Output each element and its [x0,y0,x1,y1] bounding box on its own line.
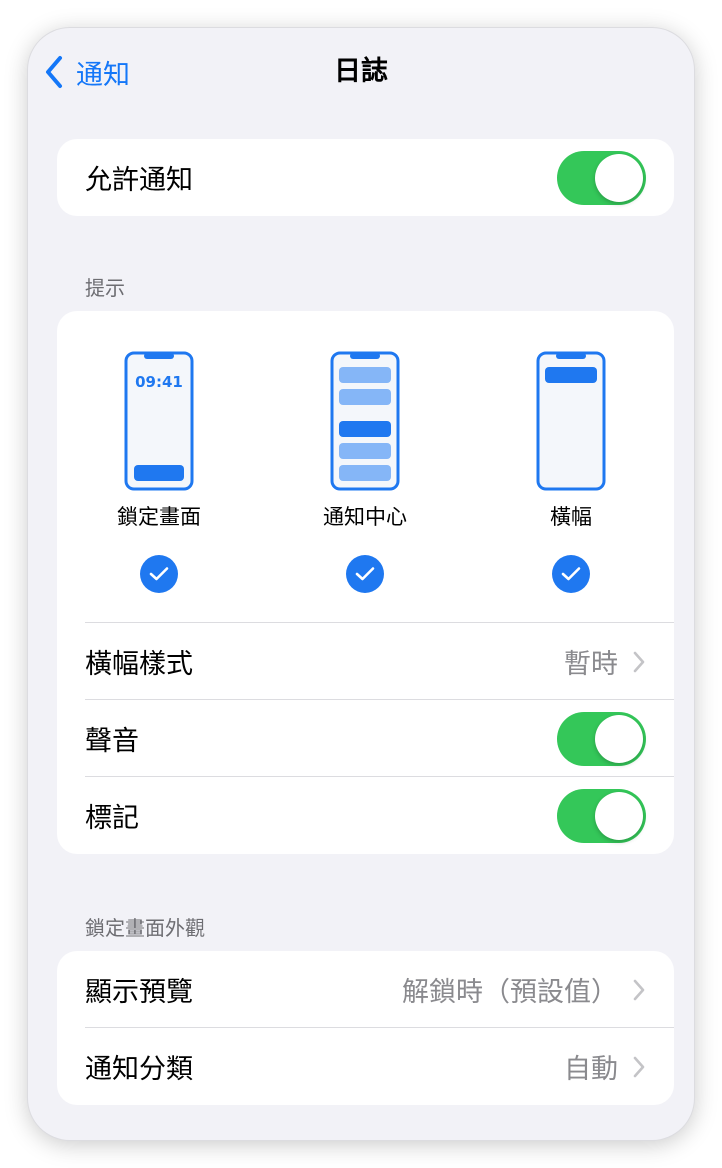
banner-style-value: 暫時 [564,649,618,680]
allow-notifications-toggle[interactable] [557,150,646,205]
alert-styles: 09:41 鎖定畫面 通知中心 橫幅 [57,311,674,623]
notification-center-phone-icon [330,351,400,491]
alert-style-banners[interactable]: 橫幅 [491,351,651,593]
show-previews-label: 顯示預覽 [85,977,193,1008]
banners-checkmark[interactable] [552,555,590,593]
lock-screen-appearance-group: 顯示預覽 解鎖時（預設值） 通知分類 自動 [57,951,674,1105]
notification-center-label: 通知中心 [323,505,407,529]
settings-screen: 通知 日誌 允許通知 提示 09:41 鎖定畫面 通知中心 橫幅 橫幅樣式 暫時… [28,28,694,1140]
allow-notifications-row: 允許通知 [57,139,674,216]
badges-toggle[interactable] [557,788,646,843]
notification-grouping-row[interactable]: 通知分類 自動 [57,1028,674,1105]
sounds-label: 聲音 [85,726,139,757]
alert-style-notification-center[interactable]: 通知中心 [285,351,445,593]
notification-grouping-label: 通知分類 [85,1054,193,1085]
banners-label: 橫幅 [550,505,592,529]
toggle-knob [595,714,643,763]
lock-screen-phone-icon: 09:41 [124,351,194,491]
checkmark-icon [561,567,581,581]
chevron-right-icon [633,979,645,1000]
page-title: 日誌 [334,56,388,87]
lock-screen-checkmark[interactable] [140,555,178,593]
checkmark-icon [355,567,375,581]
toggle-knob [595,153,643,202]
sounds-toggle[interactable] [557,711,646,766]
alerts-group: 09:41 鎖定畫面 通知中心 橫幅 橫幅樣式 暫時 聲音 標記 [57,311,674,854]
lock-screen-appearance-header: 鎖定畫面外觀 [85,916,205,940]
lock-screen-label: 鎖定畫面 [117,505,201,529]
chevron-right-icon [633,1056,645,1077]
badges-label: 標記 [85,803,139,834]
banner-style-row[interactable]: 橫幅樣式 暫時 [57,623,674,700]
notification-center-checkmark[interactable] [346,555,384,593]
chevron-right-icon [633,651,645,672]
allow-notifications-label: 允許通知 [85,165,193,196]
checkmark-icon [149,567,169,581]
notification-grouping-value: 自動 [564,1054,618,1085]
lock-screen-time: 09:41 [135,373,183,391]
show-previews-value: 解鎖時（預設值） [402,977,618,1008]
badges-row: 標記 [57,777,674,854]
show-previews-row[interactable]: 顯示預覽 解鎖時（預設值） [57,951,674,1028]
banners-phone-icon [536,351,606,491]
sounds-row: 聲音 [57,700,674,777]
alerts-section-header: 提示 [85,276,125,300]
alert-style-lock-screen[interactable]: 09:41 鎖定畫面 [79,351,239,593]
allow-notifications-group: 允許通知 [57,139,674,216]
banner-style-label: 橫幅樣式 [85,649,193,680]
toggle-knob [595,791,643,840]
